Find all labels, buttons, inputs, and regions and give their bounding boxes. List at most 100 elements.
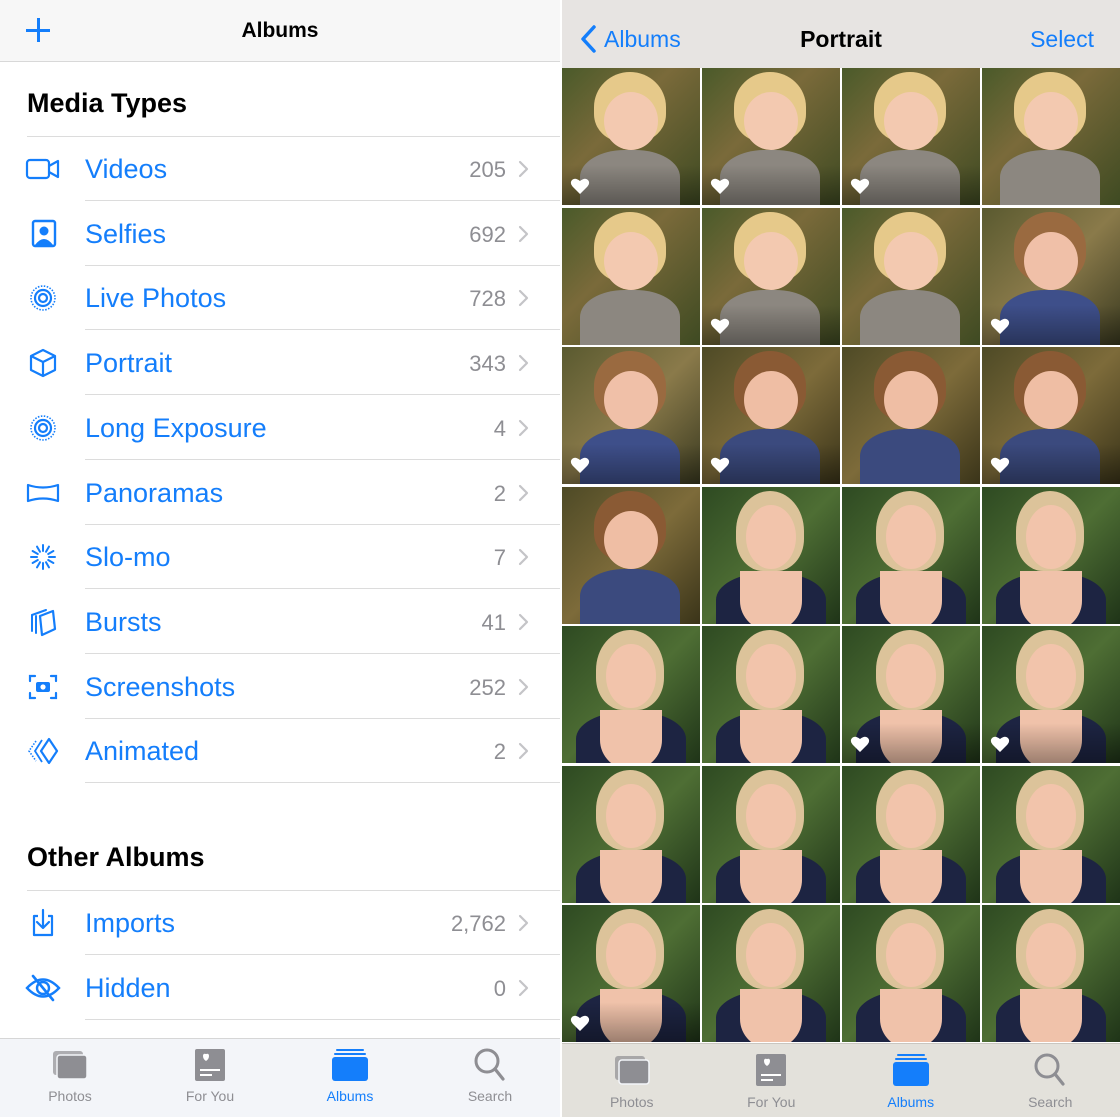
- photo-thumbnail[interactable]: [982, 905, 1120, 1042]
- photo-thumbnail[interactable]: [702, 626, 840, 763]
- select-button[interactable]: Select: [1030, 26, 1094, 53]
- photo-thumbnail[interactable]: [842, 207, 980, 345]
- tab-label: Photos: [609, 1094, 654, 1110]
- photo-subject-neckline: [600, 849, 662, 903]
- albums-icon: [891, 1052, 931, 1088]
- album-count: 7: [493, 545, 506, 571]
- photo-thumbnail[interactable]: [842, 347, 980, 484]
- row-divider: [85, 782, 560, 784]
- album-row-bursts[interactable]: Bursts 41: [0, 590, 560, 654]
- chevron-right-icon: [518, 353, 530, 373]
- album-row-screenshots[interactable]: Screenshots 252: [0, 655, 560, 719]
- chevron-right-icon: [518, 547, 530, 567]
- photo-subject-face: [604, 510, 658, 569]
- album-row-panoramas[interactable]: Panoramas 2: [0, 461, 560, 525]
- photo-thumbnail[interactable]: [562, 347, 700, 484]
- photo-subject-face: [886, 504, 936, 569]
- albums-panel: Albums Media Types Videos 205 Selfies 692 Li…: [0, 0, 560, 1117]
- photo-subject-body: [580, 568, 680, 624]
- photo-thumbnail[interactable]: [562, 765, 700, 903]
- photo-thumbnail[interactable]: [842, 905, 980, 1042]
- album-row-animated[interactable]: Animated 2: [0, 719, 560, 784]
- tab-photos[interactable]: Photos: [562, 1044, 702, 1117]
- photo-thumbnail[interactable]: [702, 486, 840, 624]
- album-row-hidden[interactable]: Hidden 0: [0, 956, 560, 1020]
- album-row-long-exposure[interactable]: Long Exposure 4: [0, 396, 560, 460]
- photo-subject-face: [884, 231, 938, 290]
- photo-subject-neckline: [1020, 570, 1082, 624]
- photo-thumbnail[interactable]: [982, 626, 1120, 763]
- photo-subject-neckline: [880, 989, 942, 1042]
- album-row-portrait[interactable]: Portrait 343: [0, 331, 560, 396]
- photo-thumbnail[interactable]: [702, 765, 840, 903]
- photo-subject-neckline: [600, 710, 662, 763]
- photo-subject-face: [1026, 644, 1076, 708]
- tab-photos[interactable]: Photos: [0, 1039, 140, 1117]
- album-label: Portrait: [85, 348, 173, 379]
- heart-icon: [850, 177, 870, 195]
- photo-subject-neckline: [1020, 849, 1082, 903]
- photo-thumbnail[interactable]: [562, 626, 700, 763]
- tab-for-you[interactable]: For You: [140, 1039, 280, 1117]
- album-count: 205: [469, 157, 506, 182]
- album-count: 2: [493, 480, 506, 506]
- album-row-selfies[interactable]: Selfies 692: [0, 202, 560, 266]
- photo-thumbnail[interactable]: [982, 486, 1120, 624]
- album-label: Panoramas: [85, 477, 224, 508]
- heart-icon: [570, 456, 590, 474]
- photo-thumbnail[interactable]: [982, 347, 1120, 484]
- photo-subject-face: [884, 371, 938, 429]
- photo-subject-face: [886, 644, 936, 708]
- tab-albums[interactable]: Albums: [280, 1039, 420, 1117]
- photo-subject-face: [886, 923, 936, 987]
- photo-thumbnail[interactable]: [842, 765, 980, 903]
- album-label: Imports: [85, 908, 176, 938]
- photos-stack-icon: [612, 1052, 652, 1088]
- photo-thumbnail[interactable]: [562, 207, 700, 345]
- chevron-right-icon: [518, 913, 530, 933]
- tab-search[interactable]: Search: [420, 1039, 560, 1117]
- chevron-right-icon: [518, 418, 530, 438]
- photo-thumbnail[interactable]: [702, 207, 840, 345]
- tab-for-you[interactable]: For You: [702, 1044, 842, 1117]
- photo-subject-body: [1000, 150, 1100, 205]
- photo-thumbnail[interactable]: [982, 765, 1120, 903]
- album-label: Live Photos: [85, 283, 227, 314]
- photo-subject-body: [860, 429, 960, 484]
- photo-subject-body: [580, 289, 680, 345]
- long-exposure-icon: [24, 413, 62, 443]
- photo-thumbnail[interactable]: [702, 905, 840, 1042]
- tab-albums[interactable]: Albums: [841, 1044, 981, 1117]
- tab-search[interactable]: Search: [981, 1044, 1120, 1117]
- heart-icon: [990, 317, 1010, 335]
- photo-thumbnail[interactable]: [562, 68, 700, 205]
- chevron-right-icon: [518, 288, 530, 308]
- photo-thumbnail[interactable]: [842, 486, 980, 624]
- photo-thumbnail[interactable]: [562, 905, 700, 1042]
- albums-navbar: Albums: [0, 0, 560, 62]
- album-row-slo-mo[interactable]: Slo-mo 7: [0, 525, 560, 590]
- album-row-imports[interactable]: Imports 2,762: [0, 891, 560, 955]
- tab-label: For You: [185, 1088, 235, 1104]
- photo-thumbnail[interactable]: [702, 68, 840, 205]
- album-row-videos[interactable]: Videos 205: [0, 137, 560, 201]
- tab-label: Albums: [326, 1088, 374, 1104]
- photo-thumbnail[interactable]: [702, 347, 840, 484]
- album-row-live-photos[interactable]: Live Photos 728: [0, 266, 560, 331]
- photo-thumbnail[interactable]: [982, 68, 1120, 205]
- photo-thumbnail[interactable]: [842, 68, 980, 205]
- tab-label: Albums: [887, 1094, 935, 1110]
- album-count: 343: [469, 351, 506, 377]
- photo-thumbnail[interactable]: [842, 626, 980, 763]
- photo-subject-neckline: [880, 849, 942, 903]
- photos-stack-icon: [50, 1047, 90, 1083]
- search-icon: [1030, 1052, 1070, 1088]
- panorama-icon: [24, 478, 62, 508]
- photo-subject-face: [606, 783, 656, 848]
- photo-thumbnail[interactable]: [982, 207, 1120, 345]
- album-count: 2: [493, 739, 506, 765]
- chevron-right-icon: [518, 677, 530, 697]
- chevron-right-icon: [518, 224, 530, 244]
- photo-thumbnail[interactable]: [562, 486, 700, 624]
- album-label: Slo-mo: [85, 542, 171, 573]
